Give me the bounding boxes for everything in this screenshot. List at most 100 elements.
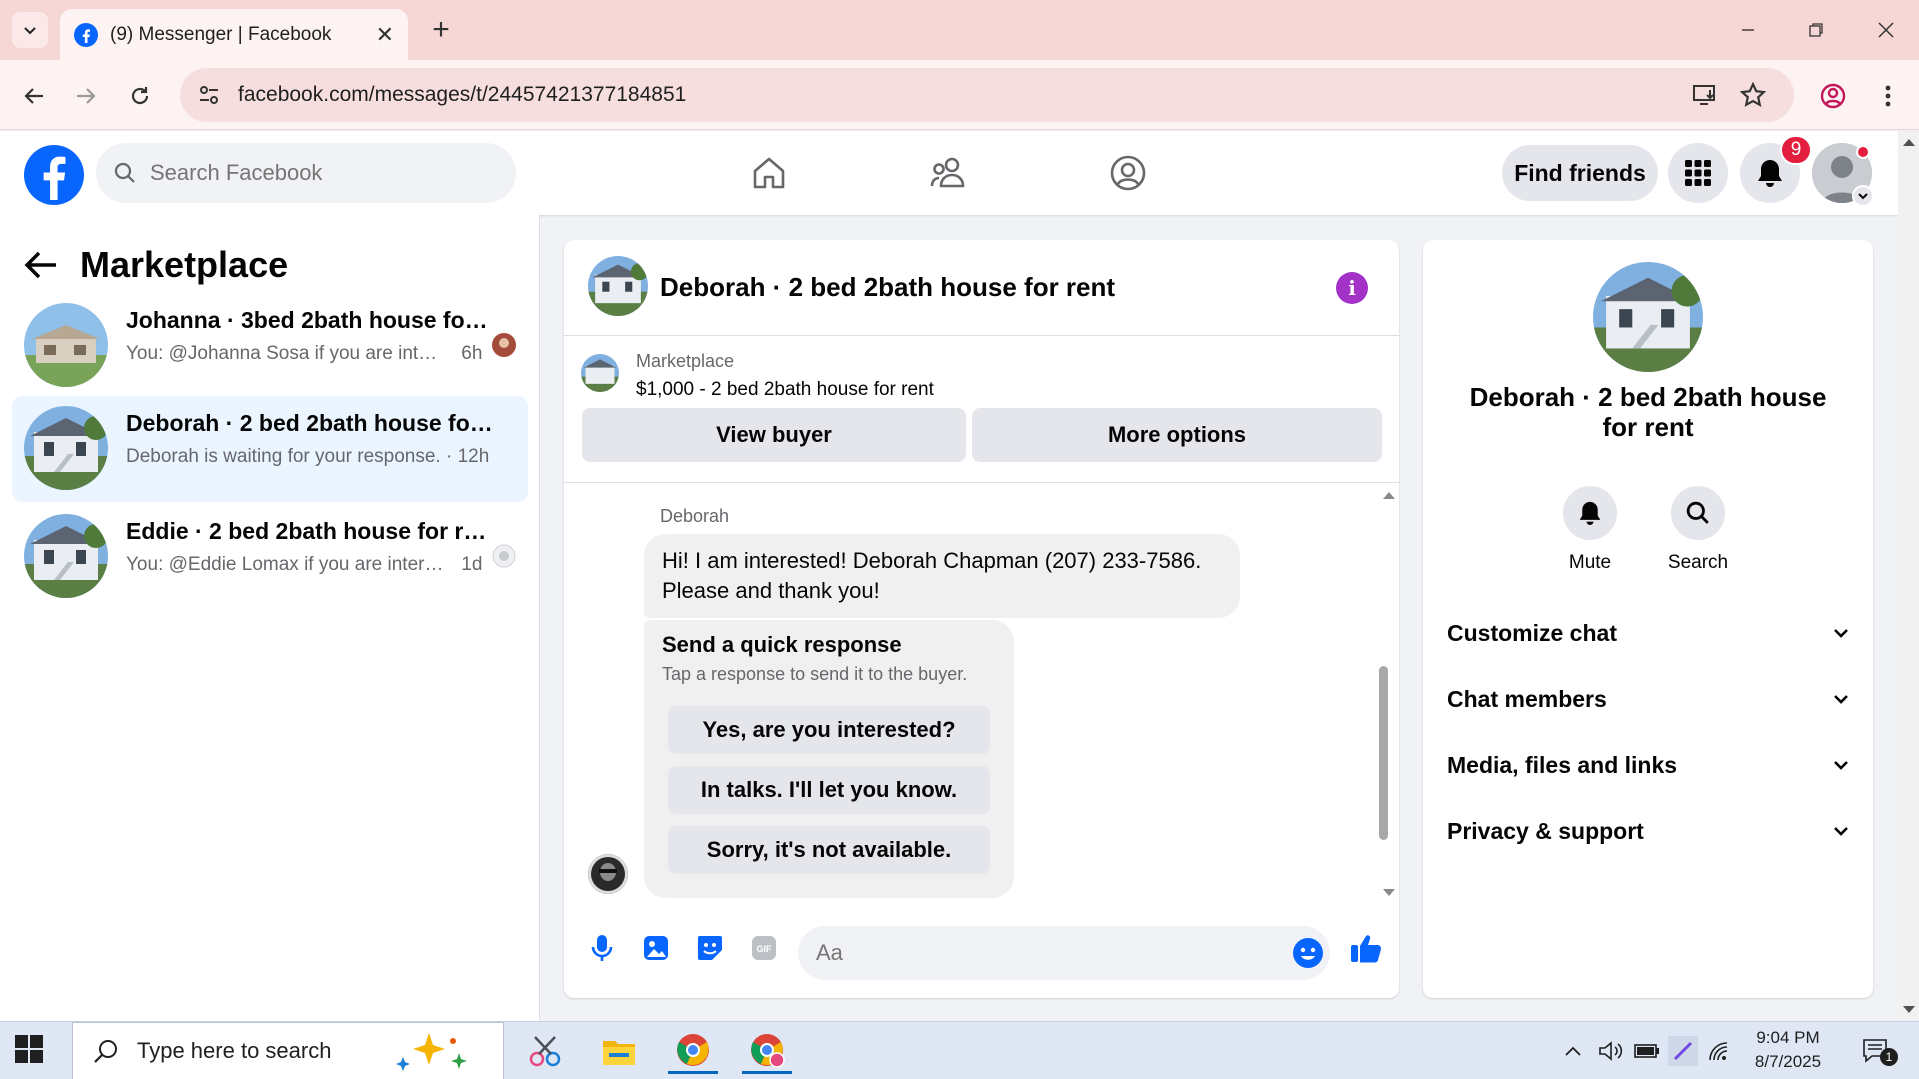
- windows-start-icon[interactable]: [14, 1034, 48, 1068]
- browser-tab-messenger[interactable]: (9) Messenger | Facebook ✕: [60, 9, 408, 60]
- home-nav[interactable]: [739, 145, 799, 201]
- section-chat-members[interactable]: Chat members: [1447, 674, 1849, 724]
- windows-taskbar: Type here to search 9:04 PM 8/7/2025 1: [0, 1021, 1919, 1079]
- minimize-button[interactable]: [1728, 12, 1768, 48]
- mute-action[interactable]: Mute: [1535, 486, 1645, 574]
- network-icon[interactable]: [1704, 1036, 1734, 1066]
- close-window-button[interactable]: [1866, 12, 1906, 48]
- profile-nav[interactable]: [1098, 145, 1158, 201]
- like-thumb-icon[interactable]: [1346, 928, 1386, 968]
- install-app-icon[interactable]: [1692, 82, 1718, 113]
- search-action[interactable]: Search: [1643, 486, 1753, 574]
- pen-icon[interactable]: [1668, 1036, 1698, 1066]
- facebook-favicon-icon: [74, 22, 98, 47]
- scroll-up-icon[interactable]: [1381, 490, 1397, 500]
- conversation-time: 6h: [461, 343, 483, 364]
- address-bar[interactable]: facebook.com/messages/t/2445742137718485…: [180, 68, 1794, 122]
- chevron-down-icon: [1834, 695, 1848, 704]
- info-icon[interactable]: i: [1336, 272, 1368, 304]
- volume-icon[interactable]: [1596, 1036, 1626, 1066]
- tab-search-button[interactable]: [12, 12, 48, 48]
- conversation-item-deborah[interactable]: Deborah · 2 bed 2bath house for rent Deb…: [12, 396, 528, 502]
- view-buyer-button[interactable]: View buyer: [582, 408, 966, 462]
- message-input-box[interactable]: [798, 926, 1330, 980]
- profile-button[interactable]: [1813, 76, 1853, 116]
- back-arrow-icon[interactable]: [24, 250, 58, 280]
- message-input[interactable]: [816, 940, 1256, 966]
- arrow-left-icon: [24, 88, 43, 104]
- section-privacy-support[interactable]: Privacy & support: [1447, 806, 1849, 856]
- taskbar-chrome-profile-icon[interactable]: [742, 1028, 792, 1074]
- menu-button[interactable]: [1668, 143, 1728, 203]
- section-media-files-links[interactable]: Media, files and links: [1447, 740, 1849, 790]
- bookmark-star-icon[interactable]: [1739, 81, 1767, 113]
- facebook-search[interactable]: [96, 143, 516, 203]
- taskbar-search[interactable]: Type here to search: [72, 1022, 504, 1079]
- chat-avatar[interactable]: [588, 256, 648, 316]
- notification-center-icon[interactable]: 1: [1856, 1036, 1898, 1066]
- site-settings-icon[interactable]: [198, 84, 220, 106]
- url-text: facebook.com/messages/t/2445742137718485…: [238, 83, 687, 106]
- preview-text: You: @Eddie Lomax if you are interested …: [126, 554, 446, 575]
- grid-menu-icon: [1685, 160, 1711, 186]
- mute-button[interactable]: [1563, 486, 1617, 540]
- scroll-down-icon[interactable]: [1901, 1005, 1917, 1015]
- quick-response-title: Send a quick response: [662, 632, 902, 657]
- find-friends-button[interactable]: Find friends: [1502, 145, 1658, 201]
- scroll-down-icon[interactable]: [1381, 888, 1397, 898]
- message-bubble: Hi! I am interested! Deborah Chapman (20…: [644, 534, 1240, 618]
- clock-date: 8/7/2025: [1754, 1052, 1822, 1071]
- quick-response-button[interactable]: In talks. I'll let you know.: [668, 766, 990, 814]
- conversation-item-johanna[interactable]: Johanna · 3bed 2bath house for rent You:…: [12, 293, 528, 399]
- chat-info-panel: Deborah · 2 bed 2bath house for rent Mut…: [1423, 240, 1873, 998]
- notification-badge: 9: [1780, 135, 1812, 165]
- microphone-icon[interactable]: [582, 928, 622, 968]
- section-label: Media, files and links: [1447, 751, 1678, 778]
- chevron-down-icon: [1834, 827, 1848, 836]
- account-chevron-icon[interactable]: [1852, 185, 1874, 207]
- tab-close-icon[interactable]: ✕: [376, 22, 394, 48]
- new-tab-button[interactable]: +: [425, 13, 457, 46]
- facebook-search-input[interactable]: [150, 160, 450, 186]
- back-button[interactable]: [14, 76, 54, 116]
- taskbar-snipping-tool-icon[interactable]: [520, 1028, 570, 1074]
- listing-thumbnail[interactable]: [581, 354, 619, 392]
- page-scrollbar[interactable]: [1898, 131, 1919, 1021]
- conversation-preview: Deborah is waiting for your response. · …: [126, 446, 490, 467]
- restore-button[interactable]: [1796, 12, 1836, 48]
- profile-icon: [1820, 83, 1846, 109]
- photo-icon[interactable]: [636, 928, 676, 968]
- forward-button[interactable]: [66, 76, 106, 116]
- message-thread: Deborah Hi! I am interested! Deborah Cha…: [564, 484, 1399, 906]
- conversation-preview: You: @Eddie Lomax if you are interested …: [126, 554, 516, 576]
- marketplace-listing-card: Marketplace $1,000 - 2 bed 2bath house f…: [564, 336, 1399, 483]
- preview-text: You: @Johanna Sosa if you are interested…: [126, 343, 446, 364]
- emoji-icon[interactable]: [1292, 937, 1324, 969]
- show-hidden-icons[interactable]: [1560, 1036, 1586, 1066]
- search-label: Search: [1667, 552, 1729, 573]
- taskbar-file-explorer-icon[interactable]: [594, 1028, 644, 1074]
- quick-response-subtitle: Tap a response to send it to the buyer.: [662, 664, 968, 684]
- thread-scroll-thumb[interactable]: [1379, 666, 1388, 840]
- battery-icon[interactable]: [1632, 1036, 1662, 1066]
- reload-button[interactable]: [120, 76, 160, 116]
- system-clock[interactable]: 9:04 PM 8/7/2025: [1738, 1026, 1838, 1074]
- search-button[interactable]: [1671, 486, 1725, 540]
- section-customize-chat[interactable]: Customize chat: [1447, 608, 1849, 658]
- scroll-up-icon[interactable]: [1901, 137, 1917, 147]
- conversation-item-eddie[interactable]: Eddie · 2 bed 2bath house for rent You: …: [12, 504, 528, 610]
- reload-icon: [131, 87, 149, 105]
- gif-icon[interactable]: GIF: [744, 928, 784, 968]
- facebook-logo-icon[interactable]: [24, 145, 84, 205]
- quick-response-button[interactable]: Yes, are you interested?: [668, 706, 990, 754]
- chat-title[interactable]: Deborah · 2 bed 2bath house for rent: [660, 272, 1115, 303]
- quick-response-button[interactable]: Sorry, it's not available.: [668, 826, 990, 874]
- section-label: Privacy & support: [1447, 817, 1644, 844]
- more-options-button[interactable]: More options: [972, 408, 1382, 462]
- sticker-icon[interactable]: [690, 928, 730, 968]
- friends-nav[interactable]: [918, 145, 978, 201]
- browser-menu-button[interactable]: [1868, 76, 1908, 116]
- contact-avatar[interactable]: [1593, 262, 1703, 372]
- taskbar-chrome-icon[interactable]: [668, 1028, 718, 1074]
- listing-title[interactable]: $1,000 - 2 bed 2bath house for rent: [636, 379, 934, 401]
